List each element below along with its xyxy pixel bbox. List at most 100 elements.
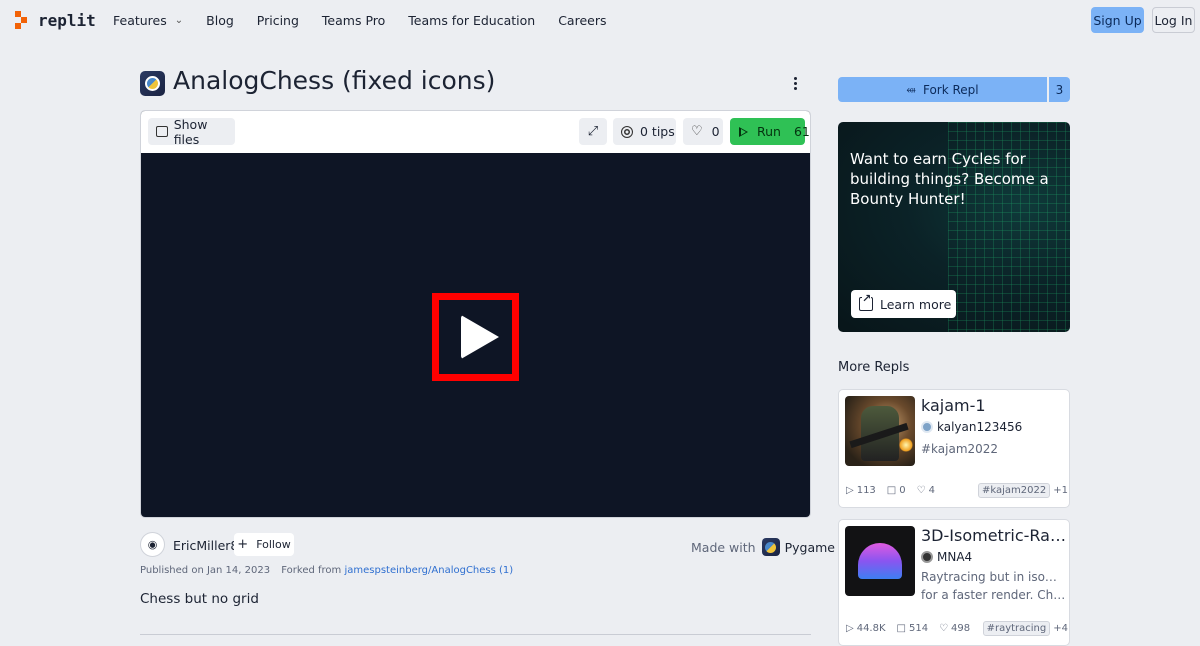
fork-icon: ⬵	[906, 82, 916, 96]
card-author[interactable]: MNA4	[921, 550, 972, 564]
card-description: Raytracing but in isometric for a faster…	[921, 568, 1066, 604]
card-title[interactable]: kajam-1	[921, 396, 1066, 415]
repl-player: Show files ⤢ 0 tips ♡ 0 Run 61	[140, 110, 811, 518]
fork-repl-button[interactable]: ⬵ Fork Repl	[838, 77, 1047, 102]
tag-badge[interactable]: #kajam2022	[978, 483, 1051, 498]
run-stat-value: 113	[856, 485, 876, 496]
forked-prefix: Forked from	[281, 565, 342, 576]
fork-count[interactable]: 3	[1049, 77, 1070, 102]
page-title: AnalogChess (fixed icons)	[173, 66, 496, 95]
bounty-promo-banner: Want to earn Cycles for building things?…	[838, 122, 1070, 332]
more-repls-heading: More Repls	[838, 360, 910, 375]
made-with[interactable]: Made with Pygame	[691, 538, 835, 556]
user-avatar-icon	[921, 421, 933, 433]
publish-info: Published on Jan 14, 2023 Forked from ja…	[140, 565, 513, 576]
follow-button[interactable]: + Follow	[234, 533, 294, 556]
replit-logo[interactable]: replit	[15, 10, 96, 30]
heart-icon: ♡	[691, 124, 703, 139]
tips-button[interactable]: 0 tips	[613, 118, 676, 145]
play-icon	[739, 126, 748, 137]
play-button[interactable]	[432, 293, 519, 381]
follow-label: Follow	[256, 538, 291, 551]
learn-more-button[interactable]: Learn more	[851, 290, 956, 318]
learn-more-label: Learn more	[880, 296, 952, 312]
external-link-icon	[859, 293, 873, 311]
play-icon: ▷	[846, 485, 854, 496]
login-button[interactable]: Log In	[1152, 7, 1195, 33]
files-icon	[156, 126, 168, 137]
repl-thumbnail	[845, 396, 915, 466]
like-count: 0	[711, 124, 720, 139]
card-stats: ▷ 113 □ 0 ♡ 4 #kajam2022 +1	[846, 483, 1068, 498]
expand-icon: ⤢	[587, 124, 599, 139]
expand-button[interactable]: ⤢	[579, 118, 607, 145]
like-stat-value: 498	[951, 623, 971, 634]
like-stat: ♡ 4	[917, 485, 935, 496]
like-button[interactable]: ♡ 0	[683, 118, 723, 145]
card-description-line: for a faster render. Check...	[921, 588, 1066, 602]
run-button[interactable]: Run 61	[730, 118, 810, 145]
plus-icon: +	[237, 537, 249, 552]
promo-text: Want to earn Cycles for building things?…	[850, 150, 1049, 208]
show-files-label: Show files	[173, 116, 208, 147]
comment-icon: □	[886, 485, 897, 496]
made-with-prefix: Made with	[691, 539, 756, 555]
run-stat: ▷ 113	[846, 485, 876, 496]
nav-careers[interactable]: Careers	[558, 13, 606, 28]
fork-label: Fork Repl	[922, 82, 979, 97]
heart-icon: ♡	[939, 623, 949, 634]
repl-card[interactable]: 3D-Isometric-Raytracer MNA4 Raytracing b…	[838, 519, 1070, 646]
forked-from-link[interactable]: jamespsteinberg/AnalogChess (1)	[344, 565, 513, 576]
nav-pricing[interactable]: Pricing	[257, 13, 299, 28]
nav-features-label: Features	[113, 12, 167, 28]
repl-thumbnail	[845, 526, 915, 596]
run-stat: ▷ 44.8K	[846, 623, 886, 634]
card-stats: ▷ 44.8K □ 514 ♡ 498 #raytracing +4	[846, 621, 1068, 636]
comment-stat: □ 514	[897, 623, 929, 634]
like-stat-value: 4	[928, 485, 935, 496]
logo-text: replit	[38, 10, 96, 30]
tag-badge[interactable]: #raytracing	[982, 621, 1051, 636]
tips-label: 0 tips	[640, 124, 675, 139]
run-stat-value: 44.8K	[856, 623, 886, 634]
tips-icon	[621, 125, 633, 138]
card-description-line: #kajam2022	[921, 442, 999, 456]
card-title[interactable]: 3D-Isometric-Raytracer	[921, 526, 1066, 545]
signup-button[interactable]: Sign Up	[1091, 7, 1144, 33]
card-author[interactable]: kalyan123456	[921, 420, 1022, 434]
made-with-language: Pygame	[784, 539, 835, 555]
nav-teams-pro[interactable]: Teams Pro	[322, 13, 385, 28]
more-tags-count: +4	[1053, 623, 1068, 634]
more-tags-count: +1	[1053, 485, 1068, 496]
author-avatar[interactable]: ◉	[140, 532, 165, 557]
nav-features[interactable]: Features ⌄	[113, 13, 183, 28]
top-nav: replit Features ⌄ Blog Pricing Teams Pro…	[0, 0, 1200, 40]
show-files-button[interactable]: Show files	[148, 116, 235, 147]
python-icon	[140, 71, 165, 96]
like-stat: ♡ 498	[939, 623, 970, 634]
card-author-name: MNA4	[937, 550, 973, 564]
chevron-down-icon: ⌄	[174, 14, 184, 26]
comment-stat-value: 0	[899, 485, 906, 496]
run-count: 61	[793, 124, 810, 139]
card-description-line: Raytracing but in isometric	[921, 570, 1066, 584]
author-name[interactable]: EricMiller8	[173, 538, 238, 553]
heart-icon: ♡	[916, 485, 926, 496]
comment-stat: □ 0	[887, 485, 906, 496]
play-triangle-icon	[460, 315, 499, 359]
published-date: Published on Jan 14, 2023	[140, 565, 271, 576]
replit-logo-icon	[15, 10, 33, 30]
more-options-icon[interactable]	[787, 73, 803, 93]
pygame-icon	[761, 538, 780, 556]
comment-stat-value: 514	[908, 623, 929, 634]
repl-card[interactable]: kajam-1 kalyan123456 #kajam2022 ▷ 113 □ 0 …	[838, 389, 1070, 508]
repl-description: Chess but no grid	[140, 591, 259, 607]
nav-teams-education[interactable]: Teams for Education	[408, 13, 535, 28]
player-toolbar: Show files ⤢ 0 tips ♡ 0 Run 61	[141, 111, 810, 153]
user-avatar-icon	[921, 551, 933, 563]
run-label: Run	[757, 124, 781, 139]
card-author-name: kalyan123456	[937, 420, 1023, 434]
comment-icon: □	[896, 623, 906, 634]
nav-links: Features ⌄ Blog Pricing Teams Pro Teams …	[113, 0, 630, 40]
nav-blog[interactable]: Blog	[206, 13, 234, 28]
